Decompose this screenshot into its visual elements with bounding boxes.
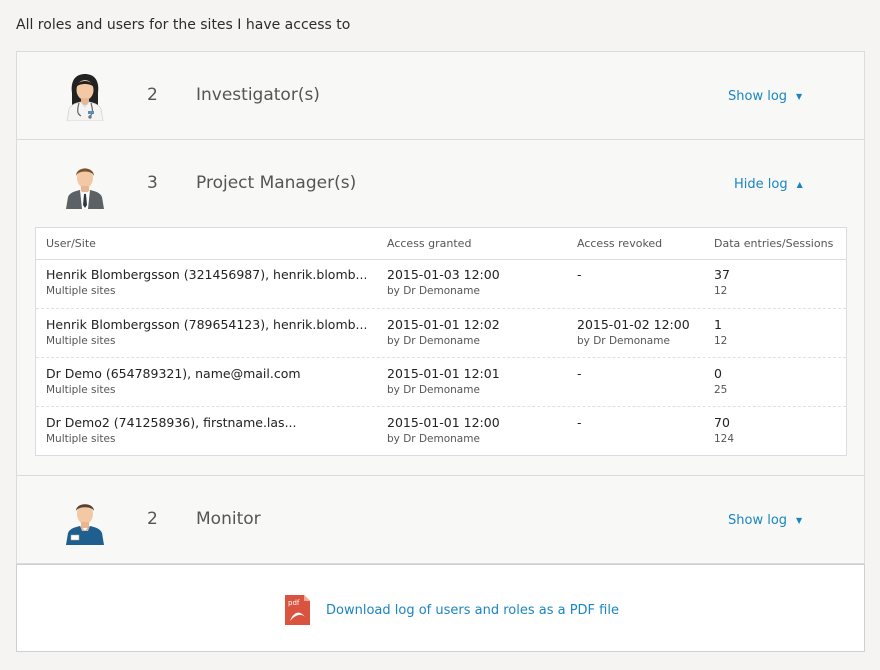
user-cell: Dr Demo (654789321), name@mail.com <box>46 366 301 381</box>
show-log-toggle[interactable]: Show log ▼ <box>728 89 802 104</box>
revoked-date: - <box>577 415 582 430</box>
user-cell: Henrik Blombergsson (789654123), henrik.… <box>46 317 366 332</box>
download-panel: pdf Download log of users and roles as a… <box>16 564 865 652</box>
data-entries: 70 <box>714 415 730 430</box>
role-count: 2 <box>147 509 158 529</box>
role-name: Monitor <box>196 509 261 529</box>
doctor-female-icon <box>66 74 104 121</box>
user-cell: Henrik Blombergsson (321456987), henrik.… <box>46 267 366 282</box>
data-entries: 37 <box>714 267 730 282</box>
manager-male-icon <box>66 168 104 209</box>
caret-down-icon: ▼ <box>796 516 803 525</box>
granted-date: 2015-01-01 12:01 <box>387 366 500 381</box>
column-header-user-site: User/Site <box>46 237 96 250</box>
site-cell: Multiple sites <box>46 384 116 396</box>
site-cell: Multiple sites <box>46 285 116 297</box>
site-cell: Multiple sites <box>46 433 116 445</box>
user-cell: Dr Demo2 (741258936), firstname.las... <box>46 415 297 430</box>
granted-date: 2015-01-01 12:02 <box>387 317 500 332</box>
revoked-date: 2015-01-02 12:00 <box>577 317 690 332</box>
toggle-label: Hide log <box>734 177 788 192</box>
table-row: Henrik Blombergsson (789654123), henrik.… <box>36 308 846 357</box>
granted-by: by Dr Demoname <box>387 335 480 347</box>
site-cell: Multiple sites <box>46 335 116 347</box>
caret-down-icon: ▼ <box>796 92 803 101</box>
revoked-date: - <box>577 366 582 381</box>
sessions: 12 <box>714 285 728 297</box>
table-row: Dr Demo (654789321), name@mail.com Multi… <box>36 357 846 406</box>
download-label: Download log of users and roles as a PDF… <box>326 602 619 618</box>
sessions: 25 <box>714 384 728 396</box>
role-count: 3 <box>147 173 158 193</box>
column-header-access-granted: Access granted <box>387 237 472 250</box>
pdf-file-icon: pdf <box>285 595 310 625</box>
role-project-manager: 3 Project Manager(s) Hide log ▲ User/Sit… <box>16 139 865 476</box>
granted-by: by Dr Demoname <box>387 285 480 297</box>
granted-by: by Dr Demoname <box>387 384 480 396</box>
revoked-by: by Dr Demoname <box>577 335 670 347</box>
table-row: Henrik Blombergsson (321456987), henrik.… <box>36 259 846 308</box>
role-name: Investigator(s) <box>196 85 320 105</box>
role-count: 2 <box>147 85 158 105</box>
granted-date: 2015-01-03 12:00 <box>387 267 500 282</box>
data-entries: 0 <box>714 366 722 381</box>
download-pdf-link[interactable]: pdf Download log of users and roles as a… <box>285 595 619 625</box>
toggle-label: Show log <box>728 513 788 528</box>
table-row: Dr Demo2 (741258936), firstname.las... M… <box>36 406 846 455</box>
show-log-toggle[interactable]: Show log ▼ <box>728 513 802 528</box>
role-monitor: 2 Monitor Show log ▼ <box>16 475 865 564</box>
caret-up-icon: ▲ <box>796 180 803 189</box>
access-log-table: User/Site Access granted Access revoked … <box>35 227 847 456</box>
granted-by: by Dr Demoname <box>387 433 480 445</box>
role-investigator: 2 Investigator(s) Show log ▼ <box>16 51 865 140</box>
column-header-data-entries: Data entries/Sessions <box>714 237 834 250</box>
role-name: Project Manager(s) <box>196 173 357 193</box>
page-title: All roles and users for the sites I have… <box>16 17 351 33</box>
column-header-access-revoked: Access revoked <box>577 237 663 250</box>
toggle-label: Show log <box>728 89 788 104</box>
sessions: 124 <box>714 433 735 445</box>
monitor-male-icon <box>66 504 104 545</box>
hide-log-toggle[interactable]: Hide log ▲ <box>734 177 803 192</box>
data-entries: 1 <box>714 317 722 332</box>
revoked-date: - <box>577 267 582 282</box>
granted-date: 2015-01-01 12:00 <box>387 415 500 430</box>
svg-text:pdf: pdf <box>288 599 300 607</box>
sessions: 12 <box>714 335 728 347</box>
